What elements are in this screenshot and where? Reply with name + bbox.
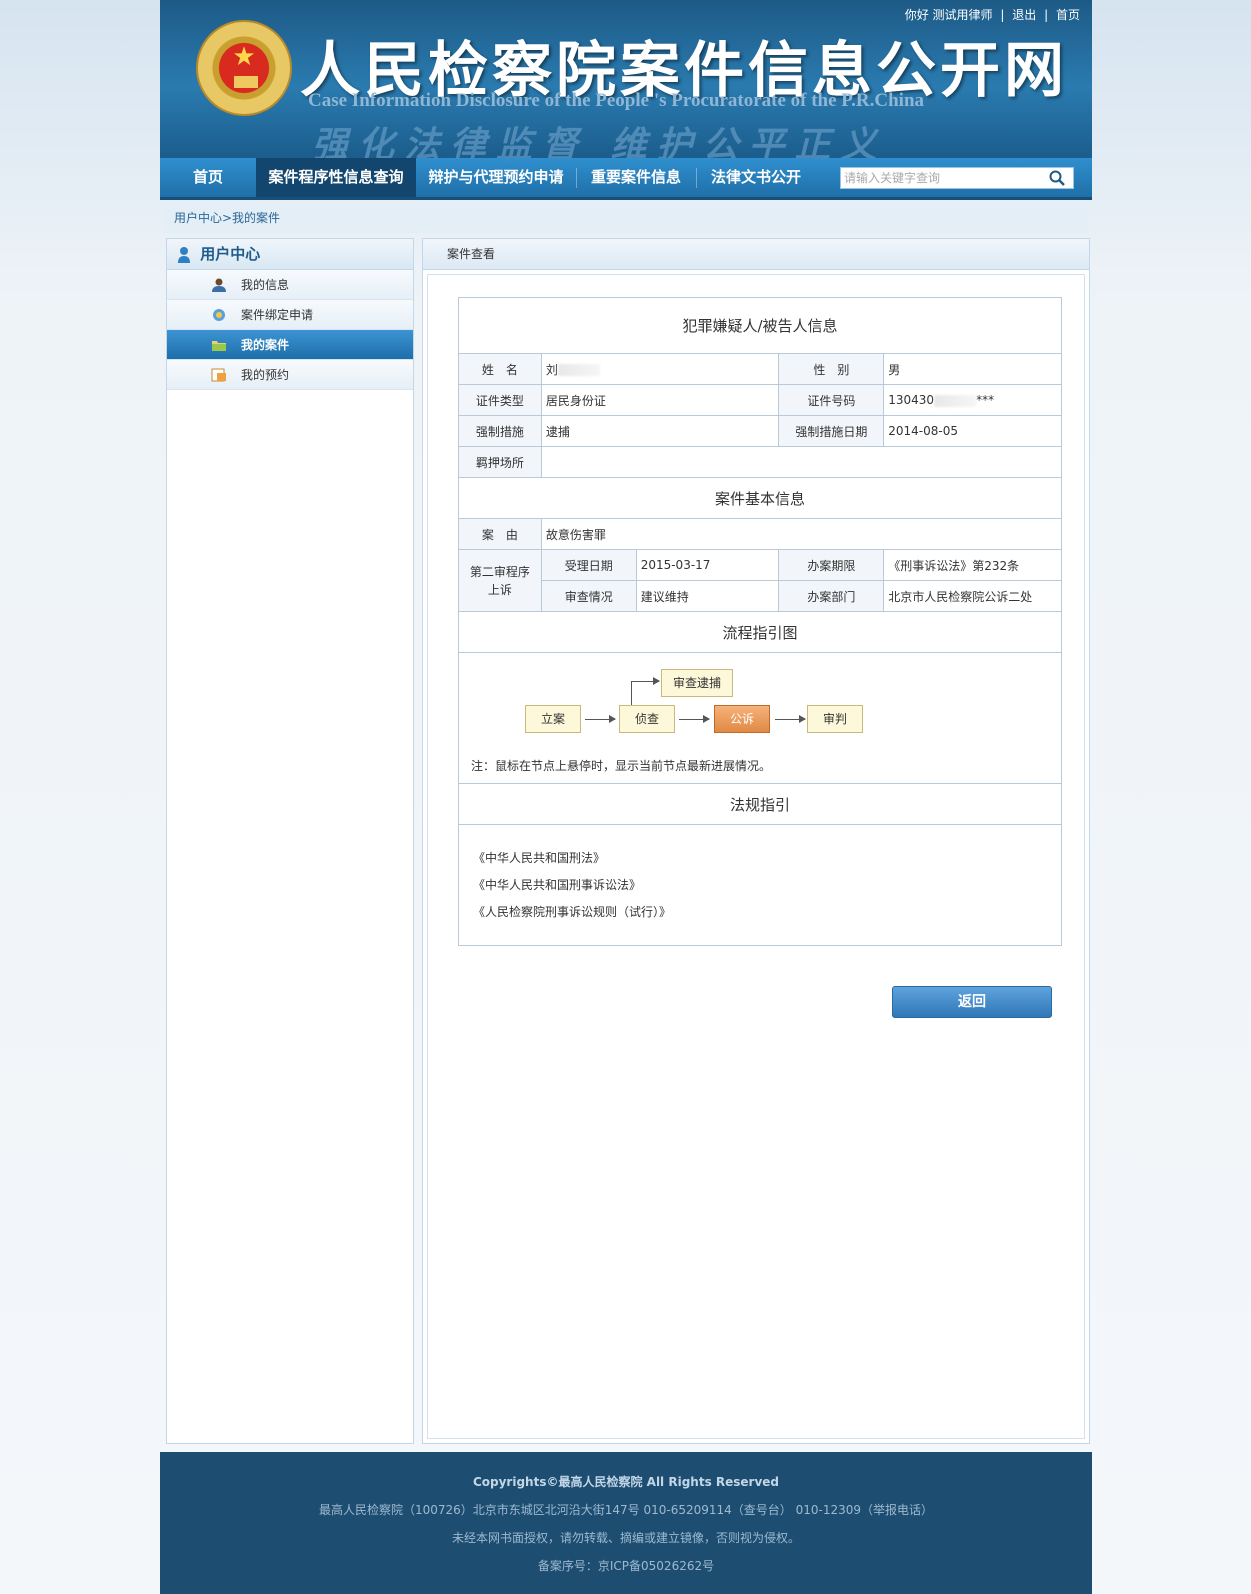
field-label: 审查情况 (540, 580, 637, 612)
nav-legal-documents[interactable]: 法律文书公开 (696, 158, 816, 197)
sidebar-item-my-info[interactable]: 我的信息 (167, 270, 413, 300)
field-label: 强制措施 (458, 415, 542, 447)
section-title-flow: 流程指引图 (458, 611, 1062, 653)
nav-home[interactable]: 首页 (160, 158, 256, 197)
section-title-laws: 法规指引 (458, 783, 1062, 825)
flow-node-trial[interactable]: 审判 (807, 705, 863, 733)
law-link[interactable]: 《人民检察院刑事诉讼规则（试行）》 (473, 899, 1047, 926)
dept-value: 北京市人民检察院公诉二处 (883, 580, 1062, 612)
field-label: 强制措施日期 (778, 415, 885, 447)
sidebar-item-label: 案件绑定申请 (241, 308, 314, 322)
flow-chart: 立案 侦查 公诉 审判 审查逮捕 注：鼠标在节点上悬停时，显示当前节点最新进展情… (459, 653, 1061, 783)
logout-link[interactable]: 退出 (1012, 8, 1036, 22)
stage-label: 第二审程序 上诉 (458, 549, 542, 612)
sidebar-item-my-appointments[interactable]: 我的预约 (167, 360, 413, 390)
field-label: 性 别 (778, 353, 885, 385)
cause-value: 故意伤害罪 (540, 518, 1063, 550)
top-link-separator: | (1044, 8, 1049, 22)
breadcrumb[interactable]: 用户中心>我的案件 (164, 203, 1088, 233)
search-icon[interactable] (1049, 170, 1065, 186)
site-footer: Copyrights©最高人民检察院 All Rights Reserved 最… (160, 1452, 1092, 1594)
site-subtitle: Case Information Disclosure of the Peopl… (308, 90, 925, 111)
nav-defense-appointment[interactable]: 辩护与代理预约申请 (416, 158, 576, 197)
law-link[interactable]: 《中华人民共和国刑法》 (473, 845, 1047, 872)
panel-title: 案件查看 (423, 239, 1089, 270)
review-value: 建议维持 (635, 580, 780, 612)
custody-value (540, 446, 1063, 478)
id-type-value: 居民身份证 (540, 384, 780, 416)
footer-notice: 未经本网书面授权，请勿转载、摘编或建立镜像，否则视为侵权。 (451, 1531, 800, 1545)
flow-node-filing[interactable]: 立案 (525, 705, 581, 733)
laws-cell: 《中华人民共和国刑法》 《中华人民共和国刑事诉讼法》 《人民检察院刑事诉讼规则（… (458, 824, 1062, 946)
sidebar-item-label: 我的信息 (241, 278, 290, 292)
law-link[interactable]: 《中华人民共和国刑事诉讼法》 (473, 872, 1047, 899)
back-button[interactable]: 返回 (892, 986, 1052, 1018)
field-label: 办案部门 (778, 580, 885, 612)
folder-icon (212, 341, 226, 351)
deadline-value: 《刑事诉讼法》第232条 (883, 549, 1062, 581)
id-number-value: 130430 *** (883, 384, 1062, 416)
user-center-icon (178, 246, 190, 263)
measure-value: 逮捕 (540, 415, 780, 447)
sidebar-item-my-cases[interactable]: 我的案件 (167, 330, 413, 360)
flow-arrow (585, 715, 616, 723)
name-value: 刘 (540, 353, 780, 385)
field-label: 办案期限 (778, 549, 885, 581)
gender-value: 男 (883, 353, 1062, 385)
flow-arrow (679, 715, 710, 723)
sidebar-header: 用户中心 (167, 239, 413, 270)
field-label: 案 由 (458, 518, 542, 550)
sidebar: 用户中心 我的信息 案件绑定申请 我的案件 我的预约 (166, 238, 414, 1444)
measure-date-value: 2014-08-05 (883, 415, 1062, 447)
flow-node-arrest-review[interactable]: 审查逮捕 (661, 669, 733, 697)
footer-icp: 备案序号：京ICP备05026262号 (537, 1559, 715, 1573)
accept-date-value: 2015-03-17 (635, 549, 780, 581)
section-title-suspect: 犯罪嫌疑人/被告人信息 (458, 297, 1062, 354)
top-links: 你好 测试用律师 | 退出 | 首页 (903, 6, 1082, 23)
field-label: 证件号码 (778, 384, 885, 416)
field-label: 羁押场所 (458, 446, 542, 478)
main-panel: 案件查看 犯罪嫌疑人/被告人信息 姓 名 刘 性 别 男 证件类型 居民身份证 … (422, 238, 1090, 1444)
footer-address: 最高人民检察院（100726）北京市东城区北河沿大街147号 010-65209… (318, 1503, 934, 1517)
badge-icon (213, 309, 225, 321)
sidebar-item-case-binding[interactable]: 案件绑定申请 (167, 300, 413, 330)
greeting-text: 你好 测试用律师 (904, 8, 993, 22)
footer-copyright: Copyrights©最高人民检察院 All Rights Reserved (472, 1475, 780, 1489)
sidebar-item-label: 我的预约 (241, 368, 290, 382)
flow-arrow (775, 715, 806, 723)
search-box (840, 167, 1074, 189)
home-link[interactable]: 首页 (1056, 8, 1080, 22)
nav-case-query[interactable]: 案件程序性信息查询 (256, 158, 416, 197)
main-nav: 首页 案件程序性信息查询 辩护与代理预约申请 重要案件信息 法律文书公开 (160, 158, 1092, 200)
national-emblem-icon: ★ (196, 20, 292, 116)
section-title-case: 案件基本信息 (458, 477, 1062, 519)
field-label: 姓 名 (458, 353, 542, 385)
top-link-separator: | (1000, 8, 1005, 22)
flow-chart-cell: 立案 侦查 公诉 审判 审查逮捕 注：鼠标在节点上悬停时，显示当前节点最新进展情… (458, 652, 1062, 784)
flow-note: 注：鼠标在节点上悬停时，显示当前节点最新进展情况。 (471, 759, 772, 773)
nav-important-cases[interactable]: 重要案件信息 (576, 158, 696, 197)
flow-arrow (631, 677, 660, 685)
user-icon (212, 278, 226, 292)
field-label: 受理日期 (540, 549, 637, 581)
field-label: 证件类型 (458, 384, 542, 416)
search-input[interactable] (841, 168, 1047, 188)
panel-body: 犯罪嫌疑人/被告人信息 姓 名 刘 性 别 男 证件类型 居民身份证 证件号码 … (427, 274, 1085, 1439)
site-slogan: 强化法律监督 维护公平正义 (312, 124, 887, 158)
flow-node-prosecution[interactable]: 公诉 (714, 705, 770, 733)
flow-connector (631, 681, 632, 705)
law-list: 《中华人民共和国刑法》 《中华人民共和国刑事诉讼法》 《人民检察院刑事诉讼规则（… (459, 825, 1061, 945)
calendar-icon (211, 368, 226, 382)
case-info-table: 犯罪嫌疑人/被告人信息 姓 名 刘 性 别 男 证件类型 居民身份证 证件号码 … (458, 297, 1063, 946)
flow-node-investigation[interactable]: 侦查 (619, 705, 675, 733)
sidebar-item-label: 我的案件 (241, 338, 290, 352)
sidebar-title: 用户中心 (200, 245, 261, 263)
site-header: 你好 测试用律师 | 退出 | 首页 ★ 人民检察院案件信息公开网 Case I… (160, 0, 1092, 158)
